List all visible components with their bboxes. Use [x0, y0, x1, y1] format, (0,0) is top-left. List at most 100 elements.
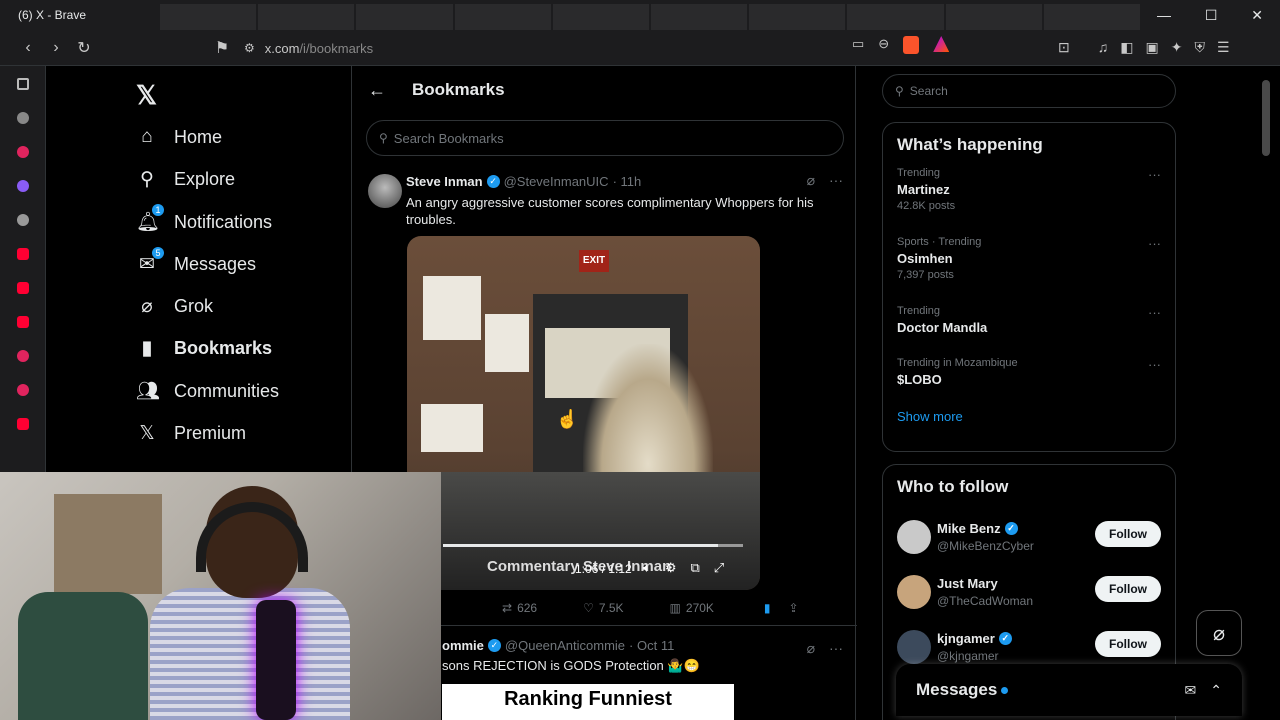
grok-icon: ⌀ [141, 296, 153, 317]
youtube-icon[interactable] [16, 282, 29, 294]
nav-item-home[interactable]: ⌂ Home [136, 126, 222, 148]
show-more-link[interactable]: Show more [883, 409, 1175, 436]
zoom-icon[interactable]: ⊖ [878, 36, 889, 54]
sidebar-app-icon[interactable] [16, 146, 29, 158]
back-arrow-icon[interactable]: ← [368, 80, 392, 101]
tweet-time[interactable]: · 11h [613, 174, 642, 189]
bookmark-icon[interactable]: ▮ [764, 601, 771, 615]
cast-icon[interactable]: ▭ [852, 36, 864, 54]
avatar[interactable] [897, 519, 931, 554]
sidebar-app-icon[interactable] [16, 350, 29, 362]
follow-button[interactable]: Follow [1095, 521, 1161, 547]
author-name[interactable]: ommie [442, 638, 484, 653]
bookmarks-search-input[interactable]: ⚲ Search Bookmarks [366, 120, 844, 156]
nav-label: Communities [174, 380, 280, 401]
views-button[interactable]: ▥ 270K [670, 601, 714, 615]
fullscreen-icon[interactable]: ⤢ [714, 560, 724, 576]
follow-button[interactable]: Follow [1095, 576, 1161, 602]
youtube-icon[interactable] [16, 316, 29, 328]
brave-rewards-icon[interactable] [933, 36, 950, 52]
bookmark-page-icon[interactable]: ⚑ [208, 38, 236, 58]
back-arrow-icon[interactable]: ‹ [14, 39, 42, 57]
share-icon[interactable]: ⇪ [789, 601, 799, 615]
more-icon[interactable]: ··· [1148, 167, 1161, 182]
address-bar-actions: ▭ ⊖ [852, 36, 950, 54]
expand-icon[interactable]: ⌃ [1210, 682, 1222, 699]
avatar[interactable] [897, 629, 931, 664]
forward-arrow-icon[interactable]: › [42, 39, 70, 57]
author-handle[interactable]: @QueenAnticommie [505, 638, 625, 653]
reload-icon[interactable]: ↻ [70, 38, 98, 58]
screenshot-icon[interactable]: ⊡ [1058, 39, 1070, 56]
verified-badge-icon: ✓ [998, 631, 1012, 645]
maximize-icon[interactable]: ☐ [1205, 7, 1218, 24]
music-icon[interactable]: ♫ [1098, 39, 1109, 56]
messages-drawer-title: Messages [916, 680, 998, 699]
volume-icon[interactable]: 🔈︎ [643, 560, 651, 576]
grok-floating-button[interactable]: ⌀ [1196, 610, 1242, 656]
author-handle[interactable]: @SteveInmanUIC [504, 174, 609, 189]
like-button[interactable]: ♡ 7.5K [583, 601, 623, 615]
close-icon[interactable]: ✕ [1251, 7, 1263, 24]
new-message-icon[interactable]: ✉ [1185, 682, 1197, 699]
nav-item-communities[interactable]: 👥︎ Communities [136, 379, 279, 403]
menu-icon[interactable]: ☰ [1217, 39, 1230, 56]
messages-drawer[interactable]: Messages ✉ ⌃ [896, 664, 1242, 716]
sidebar-app-icon[interactable] [16, 180, 29, 192]
sidebar-app-icon[interactable] [16, 112, 29, 124]
author-name[interactable]: Steve Inman [406, 174, 483, 189]
nav-item-bookmarks[interactable]: ▮ Bookmarks [136, 337, 272, 360]
more-icon[interactable]: ··· [1148, 305, 1161, 320]
more-icon[interactable]: ··· [829, 172, 843, 189]
sidebar-app-icon[interactable] [16, 214, 29, 226]
tab-strip[interactable] [160, 0, 1141, 30]
tweet-media[interactable]: Ranking Funniest [442, 684, 734, 720]
site-info-icon[interactable]: ⚙ [244, 41, 255, 55]
sidebar-toggle-icon[interactable]: ◧ [1120, 39, 1133, 56]
retweet-icon: ⇄ [502, 601, 513, 615]
grok-icon[interactable]: ⌀ [807, 640, 815, 657]
nav-item-notifications[interactable]: 🔔︎ 1 Notifications [136, 204, 272, 234]
trend-item[interactable]: Trending in Mozambique $LOBO ··· [883, 357, 1175, 409]
wallet-icon[interactable]: ▣ [1145, 39, 1158, 56]
brave-shields-icon[interactable] [903, 36, 920, 54]
trend-context: Trending [897, 167, 941, 179]
avatar[interactable] [368, 174, 402, 208]
tweet-video[interactable]: EXIT Commentary Steve Inman 1:06 / 1:12 … [407, 236, 760, 590]
follow-suggestion[interactable]: Just Mary @TheCadWoman Follow [883, 564, 1175, 619]
trend-item[interactable]: Trending Doctor Mandla ··· [883, 305, 1175, 357]
vpn-shield-icon[interactable]: ⛨ [1194, 39, 1205, 56]
tweet-time[interactable]: · Oct 11 [629, 638, 674, 653]
follow-button[interactable]: Follow [1095, 631, 1161, 657]
sidebar-panel-icon[interactable] [16, 78, 29, 90]
grok-icon[interactable]: ⌀ [807, 172, 815, 189]
trend-topic: $LOBO [897, 372, 942, 387]
pip-icon[interactable]: ⧉ [690, 560, 699, 576]
nav-item-messages[interactable]: ✉ 5 Messages [136, 247, 256, 276]
video-progress-bar[interactable] [443, 544, 743, 547]
x-logo-icon[interactable]: 𝕏 [136, 80, 157, 111]
youtube-icon[interactable] [16, 248, 29, 260]
more-icon[interactable]: ··· [1148, 236, 1161, 251]
avatar[interactable] [897, 574, 931, 609]
retweet-button[interactable]: ⇄ 626 [502, 601, 537, 615]
settings-icon[interactable]: ⚙ [665, 560, 677, 576]
trend-item[interactable]: Trending Martinez 42.8K posts ··· [883, 167, 1175, 236]
more-icon[interactable]: ··· [829, 640, 843, 657]
suggestion-handle: @kjngamer [937, 648, 999, 663]
tab-title[interactable]: (6) X - Brave [0, 8, 160, 22]
nav-item-premium[interactable]: 𝕏 Premium [136, 422, 246, 445]
trend-item[interactable]: Sports · Trending Osimhen 7,397 posts ··… [883, 236, 1175, 305]
youtube-icon[interactable] [16, 418, 29, 430]
search-input[interactable]: ⚲ Search [882, 74, 1176, 108]
more-icon[interactable]: ··· [1148, 357, 1161, 372]
suggestion-name: Just Mary [937, 575, 998, 591]
nav-item-explore[interactable]: ⚲ Explore [136, 168, 235, 191]
page-scrollbar[interactable] [1262, 80, 1270, 156]
leo-ai-icon[interactable]: ✦ [1171, 39, 1183, 56]
nav-item-grok[interactable]: ⌀ Grok [136, 295, 213, 318]
follow-suggestion[interactable]: Mike Benz ✓ @MikeBenzCyber Follow [883, 509, 1175, 564]
minimize-icon[interactable]: — [1157, 7, 1171, 24]
sidebar-app-icon[interactable] [16, 384, 29, 396]
search-placeholder: Search Bookmarks [393, 130, 504, 146]
